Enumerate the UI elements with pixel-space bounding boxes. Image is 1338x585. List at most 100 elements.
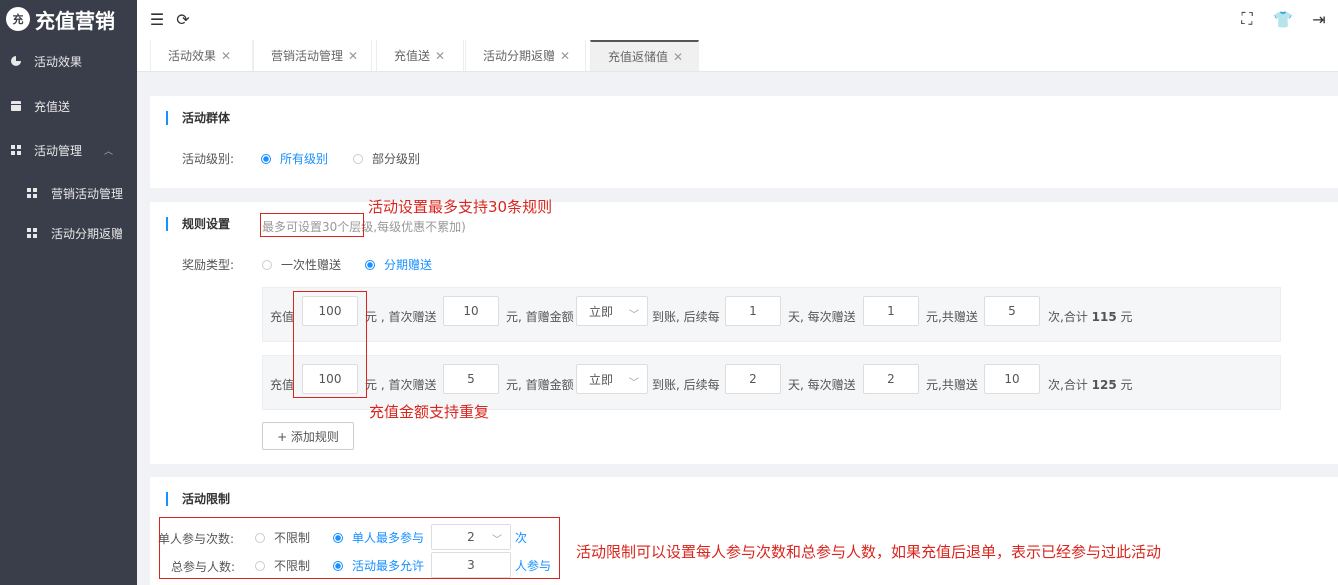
interval-days-input[interactable]: 2 [725,364,781,394]
times-input[interactable]: 5 [984,296,1040,326]
radio-dot [261,153,271,164]
close-icon[interactable]: ✕ [435,49,445,63]
sum-prefix: 次,合计 [1048,378,1088,392]
section-title: 活动限制 [166,492,230,506]
tab-recharge-return[interactable]: 充值返储值 ✕ [590,40,699,71]
radio-label: 部分级别 [372,152,421,166]
fullscreen-icon[interactable]: ⛶ [1237,9,1257,29]
logout-icon[interactable]: ⇥ [1309,9,1329,29]
radio-one-time-gift[interactable]: 一次性赠送 [262,256,341,273]
logo-mark-icon: 充 [6,7,30,31]
annotation-box-limits [159,517,560,579]
pie-chart-icon [11,56,21,66]
sidebar-item-activity-management[interactable]: 活动管理 ︿ [0,140,137,160]
top-bar: ☰ ⟳ ⛶ 👕 ⇥ [137,0,1338,38]
chevron-down-icon: ﹀ [629,310,639,321]
sum-unit: 元 [1120,310,1133,324]
tab-label: 充值返储值 [608,50,669,64]
skin-icon[interactable]: 👕 [1273,9,1293,29]
group-section: 活动群体 活动级别: 所有级别 部分级别 [150,96,1338,188]
sidebar-item-installment-gift[interactable]: 活动分期返赠 [0,223,137,243]
radio-installment-gift[interactable]: 分期赠送 [365,256,432,273]
tab-recharge-gift[interactable]: 充值送 ✕ [376,40,464,71]
radio-dot [353,153,363,164]
annotation-limit-note: 活动限制可以设置每人参与次数和总参与人数，如果充值后退单，表示已经参与过此活动 [576,543,1162,561]
close-icon[interactable]: ✕ [673,50,683,64]
radio-dot [262,259,272,270]
timing-select[interactable]: 立即 ﹀ [576,364,648,394]
times-input[interactable]: 10 [984,364,1040,394]
each-label: 天, 每次赠送 [788,310,856,324]
per-gift-input[interactable]: 2 [863,364,919,394]
gift-icon [11,101,21,111]
app-title: 充值营销 [35,8,115,33]
arrive-label: 到账, 后续每 [652,378,720,392]
grid-icon [27,188,37,198]
count-label: 元,共赠送 [926,378,978,392]
tab-label: 充值送 [394,49,431,63]
sidebar-item-label: 充值送 [34,99,71,114]
section-title: 规则设置 [166,217,230,231]
grid-icon [27,228,37,238]
sidebar-item-marketing-management[interactable]: 营销活动管理 [0,183,137,203]
grid-icon [11,145,21,155]
sum-total: 115 [1091,310,1117,324]
chevron-up-icon: ︿ [104,146,114,157]
sum-label: 次,合计 115 元 [1048,308,1133,325]
tab-marketing-management[interactable]: 营销活动管理 ✕ [253,40,372,71]
interval-days-input[interactable]: 1 [725,296,781,326]
section-title: 活动群体 [166,111,230,125]
app-logo: 充 充值营销 [0,0,137,38]
tab-installment-gift[interactable]: 活动分期返赠 ✕ [465,40,586,71]
sidebar: 充 充值营销 活动效果 充值送 活动管理 ︿ 营销活动管理 活动分期返赠 [0,0,137,585]
first-gift-input[interactable]: 5 [443,364,499,394]
tab-label: 营销活动管理 [271,49,344,63]
timing-select[interactable]: 立即 ﹀ [576,296,648,326]
first-gift-label: 元 , 首次赠送 [365,378,437,392]
sum-prefix: 次,合计 [1048,310,1088,324]
first-gift-input[interactable]: 10 [443,296,499,326]
annotation-repeat-amount: 充值金额支持重复 [369,403,490,421]
annotation-rules-limit: 活动设置最多支持30条规则 [368,198,553,216]
close-icon[interactable]: ✕ [348,49,358,63]
sidebar-item-label: 活动管理 [34,143,83,158]
rule-row: 充值 100 元 , 首次赠送 10 元, 首赠金额 立即 ﹀ 到账, 后续每 … [262,287,1281,342]
radio-label: 一次性赠送 [281,258,342,272]
select-value: 立即 [589,372,614,387]
sum-total: 125 [1091,378,1117,392]
refresh-icon[interactable]: ⟳ [173,9,193,29]
tab-bar: 活动效果 ✕ 营销活动管理 ✕ 充值送 ✕ 活动分期返赠 ✕ 充值返储值 ✕ [137,38,1338,72]
each-label: 天, 每次赠送 [788,378,856,392]
menu-toggle-icon[interactable]: ☰ [147,9,167,29]
radio-some-levels[interactable]: 部分级别 [353,150,420,167]
per-gift-input[interactable]: 1 [863,296,919,326]
recharge-label: 充值 [270,310,295,324]
sidebar-item-recharge-gift[interactable]: 充值送 [0,96,137,116]
sidebar-item-label: 活动效果 [34,54,83,69]
sidebar-item-effect[interactable]: 活动效果 [0,51,137,71]
sidebar-item-label: 营销活动管理 [51,186,124,201]
close-icon[interactable]: ✕ [560,49,570,63]
recharge-label: 充值 [270,378,295,392]
first-amount-label: 元, 首赠金额 [506,378,574,392]
select-value: 立即 [589,304,614,319]
annotation-box-recharge [293,291,367,398]
sidebar-item-label: 活动分期返赠 [51,226,124,241]
radio-label: 分期赠送 [384,258,433,272]
radio-all-levels[interactable]: 所有级别 [261,150,328,167]
add-rule-button[interactable]: + 添加规则 [262,422,354,450]
radio-dot [365,259,375,270]
tab-label: 活动效果 [168,49,217,63]
tab-effect[interactable]: 活动效果 ✕ [150,40,253,71]
radio-label: 所有级别 [280,152,329,166]
sum-label: 次,合计 125 元 [1048,376,1133,393]
arrive-label: 到账, 后续每 [652,310,720,324]
close-icon[interactable]: ✕ [221,49,231,63]
first-amount-label: 元, 首赠金额 [506,310,574,324]
reward-type-label: 奖励类型: [182,258,235,272]
first-gift-label: 元 , 首次赠送 [365,310,437,324]
count-label: 元,共赠送 [926,310,978,324]
chevron-down-icon: ﹀ [629,378,639,389]
tab-label: 活动分期返赠 [483,49,556,63]
annotation-box-hint [260,213,364,237]
